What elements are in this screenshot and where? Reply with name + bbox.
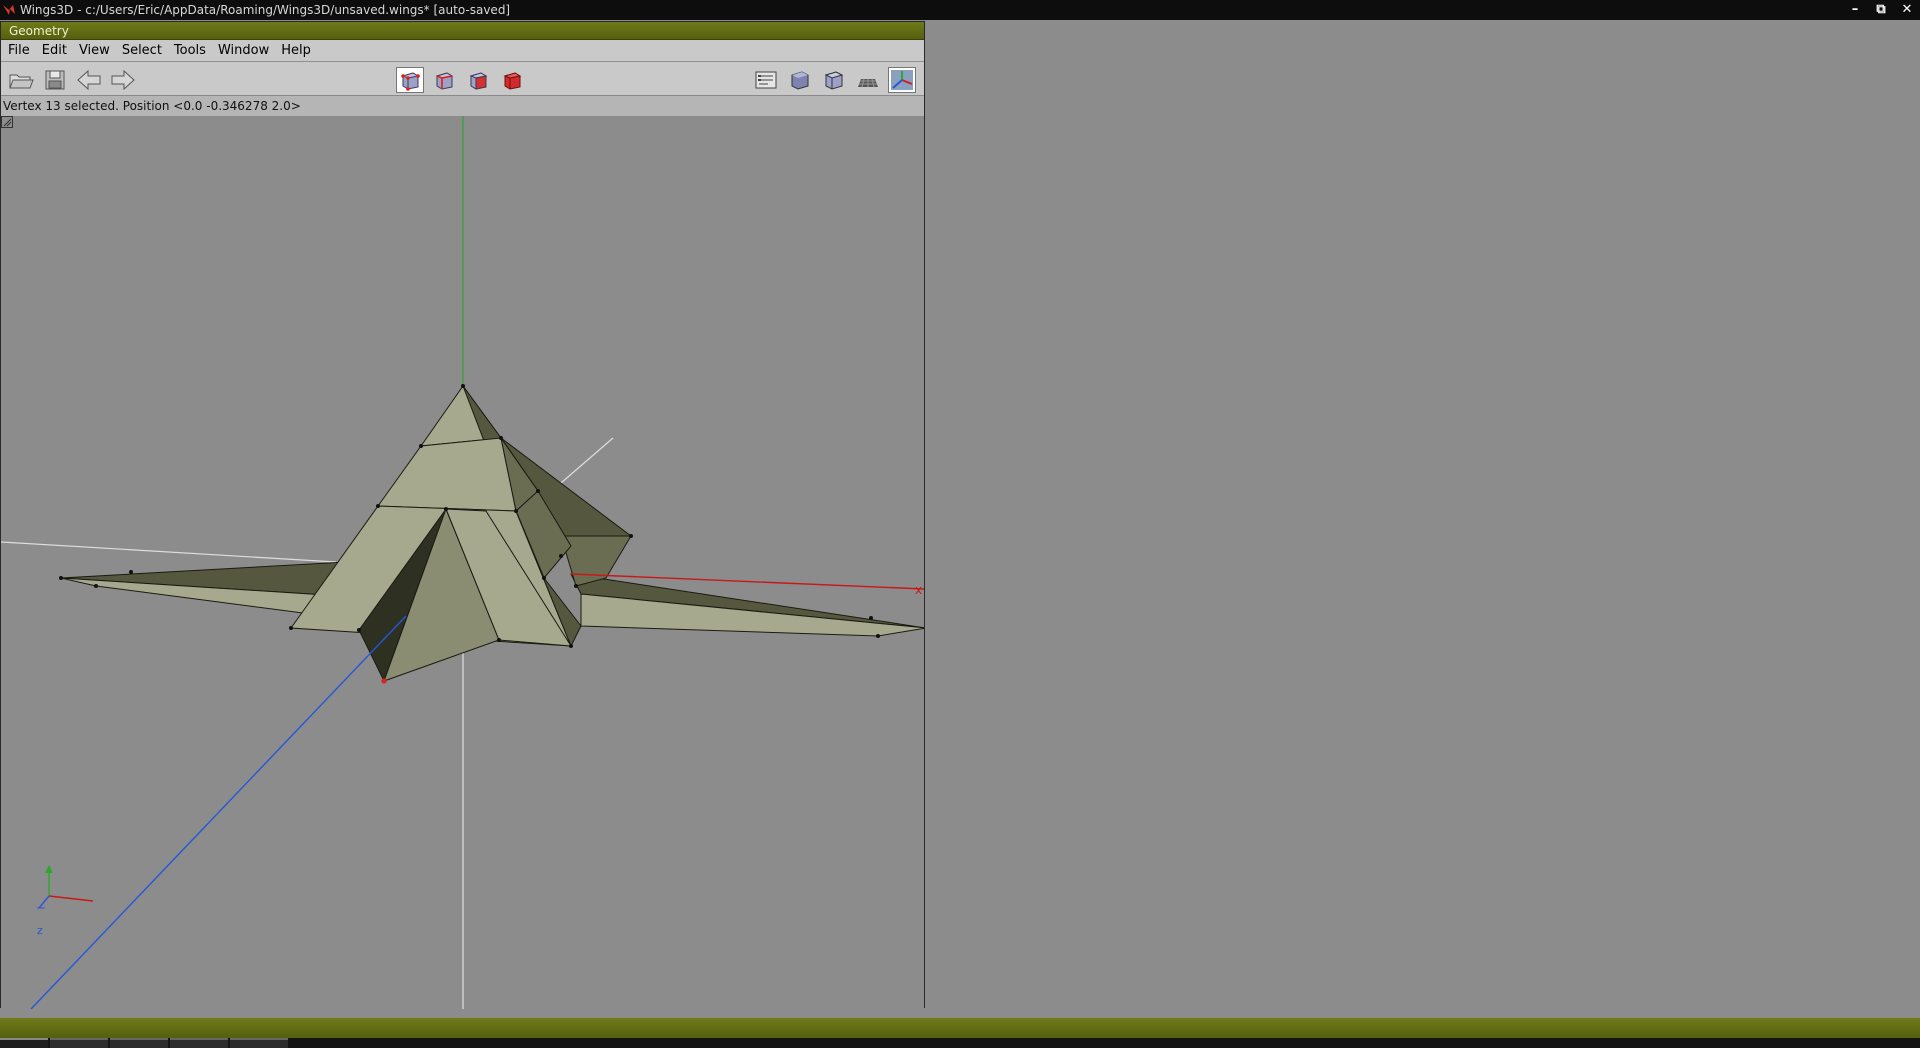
open-file-icon[interactable] bbox=[7, 67, 35, 93]
axis-z bbox=[30, 615, 407, 1009]
3d-viewport[interactable]: x z bbox=[1, 116, 924, 1009]
flat-shading-icon[interactable] bbox=[820, 67, 848, 93]
face-mode-icon[interactable] bbox=[464, 67, 492, 93]
taskbar-app-3[interactable] bbox=[170, 1038, 228, 1048]
view-axis-gizmo: z bbox=[37, 865, 94, 937]
groundplane-toggle-icon[interactable] bbox=[752, 67, 780, 93]
selected-vertex[interactable] bbox=[381, 678, 387, 684]
gizmo-z-label: z bbox=[37, 924, 43, 937]
status-line: Vertex 13 selected. Position <0.0 -0.346… bbox=[1, 96, 924, 116]
menu-help[interactable]: Help bbox=[275, 43, 317, 58]
wireframe-icon[interactable] bbox=[854, 67, 882, 93]
pyramid-body bbox=[290, 385, 582, 683]
resize-grip-icon[interactable] bbox=[1, 116, 13, 128]
taskbar-app-1[interactable] bbox=[50, 1038, 108, 1048]
menu-window[interactable]: Window bbox=[212, 43, 275, 58]
menu-tools[interactable]: Tools bbox=[168, 43, 212, 58]
window-title: Wings3D - c:/Users/Eric/AppData/Roaming/… bbox=[20, 3, 511, 17]
right-wing bbox=[570, 573, 924, 637]
redo-arrow-icon[interactable] bbox=[109, 67, 137, 93]
title-bar: Wings3D - c:/Users/Eric/AppData/Roaming/… bbox=[0, 0, 1920, 20]
axis-x-label: x bbox=[915, 583, 922, 597]
undo-arrow-icon[interactable] bbox=[75, 67, 103, 93]
geometry-window: Geometry File Edit View Select Tools Win… bbox=[0, 21, 925, 1009]
menu-select[interactable]: Select bbox=[116, 43, 168, 58]
start-button[interactable] bbox=[0, 1038, 48, 1048]
menu-bar: File Edit View Select Tools Window Help bbox=[1, 40, 924, 62]
smooth-shading-icon[interactable] bbox=[786, 67, 814, 93]
taskbar-app-2[interactable] bbox=[110, 1038, 168, 1048]
menu-edit[interactable]: Edit bbox=[36, 43, 73, 58]
left-wing bbox=[60, 561, 347, 617]
menu-file[interactable]: File bbox=[3, 43, 36, 58]
geometry-window-title[interactable]: Geometry bbox=[1, 22, 924, 40]
axis-x-negative bbox=[1, 541, 337, 563]
show-axes-icon[interactable] bbox=[888, 67, 916, 93]
edge-mode-icon[interactable] bbox=[430, 67, 458, 93]
taskbar-app-4[interactable] bbox=[230, 1038, 288, 1048]
minimize-icon[interactable]: – bbox=[1842, 0, 1868, 18]
scene-canvas[interactable]: x z bbox=[1, 116, 924, 1009]
toolbar bbox=[1, 62, 924, 96]
axis-z-negative bbox=[560, 437, 614, 484]
save-file-icon[interactable] bbox=[41, 67, 69, 93]
body-mode-icon[interactable] bbox=[498, 67, 526, 93]
menu-view[interactable]: View bbox=[73, 43, 116, 58]
wings3d-logo-icon bbox=[3, 5, 15, 15]
os-taskbar bbox=[0, 1038, 1920, 1048]
restore-icon[interactable]: ⧉ bbox=[1868, 0, 1894, 18]
bottom-info-bar bbox=[0, 1018, 1920, 1038]
vertex-mode-icon[interactable] bbox=[396, 67, 424, 93]
close-icon[interactable]: ✕ bbox=[1894, 0, 1920, 18]
